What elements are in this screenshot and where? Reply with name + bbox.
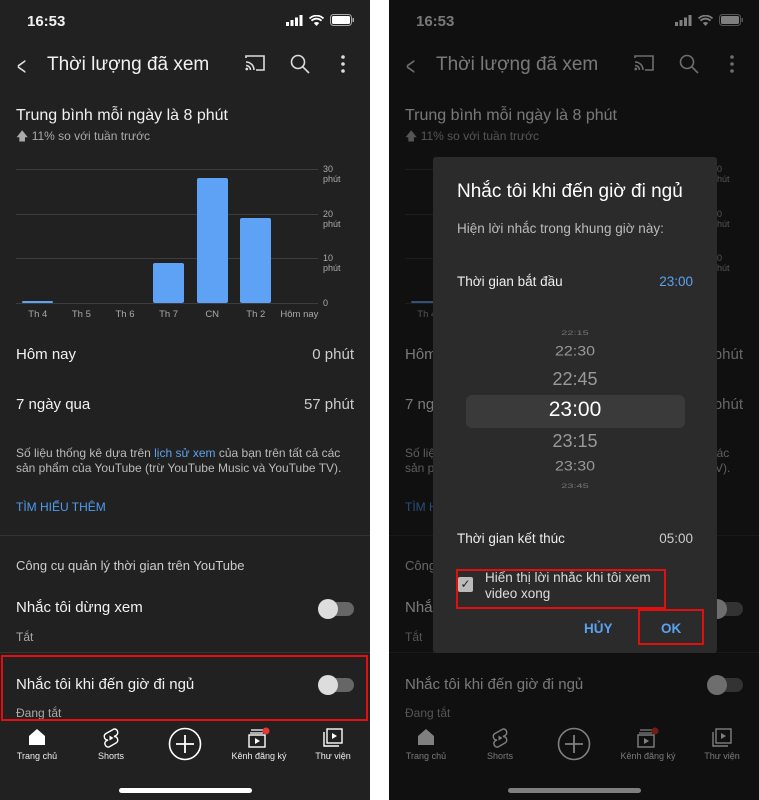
wifi-icon (309, 14, 324, 26)
y-tick-label: 0 (323, 298, 329, 308)
bar[interactable] (22, 300, 54, 303)
x-tick-label: Th 6 (115, 309, 135, 320)
status-icons (286, 14, 354, 26)
cast-icon[interactable] (244, 54, 266, 78)
gridline (16, 303, 318, 304)
weekly-change-text: 11% so với tuần trước (31, 129, 150, 143)
home-icon (0, 727, 74, 751)
gridline (16, 258, 318, 260)
y-tick-label: 30 phút (323, 164, 341, 184)
more-vert-icon[interactable] (340, 54, 346, 80)
cancel-button[interactable]: HỦY (584, 621, 613, 636)
library-icon (296, 727, 370, 751)
picker-option[interactable]: 23:30 (433, 459, 717, 474)
x-tick-label: Hôm nay (280, 309, 319, 320)
week-label: 7 ngày qua (16, 396, 91, 413)
nav-home[interactable]: Trang chủ (0, 727, 74, 761)
gridline (16, 213, 318, 215)
dialog-title: Nhắc tôi khi đến giờ đi ngủ (457, 181, 683, 202)
highlight-box (1, 655, 368, 721)
remind-break-title[interactable]: Nhắc tôi dừng xem (16, 599, 143, 616)
home-indicator (119, 788, 252, 793)
end-time-label: Thời gian kết thúc (457, 531, 565, 546)
x-tick-label: Th 5 (71, 309, 91, 320)
arrow-up-icon: 🡅 (16, 129, 29, 143)
gridline (16, 169, 318, 170)
week-value: 57 phút (303, 396, 354, 413)
start-time-label: Thời gian bắt đầu (457, 274, 563, 289)
nav-subscriptions[interactable]: Kênh đăng ký (222, 727, 296, 761)
bar[interactable] (196, 177, 228, 303)
picker-option[interactable]: 22:30 (433, 344, 717, 359)
bar[interactable] (153, 262, 185, 303)
status-time: 16:53 (27, 13, 66, 30)
highlight-box (456, 569, 666, 609)
picker-option[interactable]: 22:45 (433, 369, 717, 390)
subscriptions-icon (222, 727, 296, 751)
tools-section-title: Công cụ quản lý thời gian trên YouTube (16, 558, 245, 573)
stats-note: Số liệu thống kê dựa trên lịch sử xem củ… (16, 446, 346, 476)
x-tick-label: CN (205, 309, 220, 320)
today-label: Hôm nay (16, 346, 77, 363)
divider (0, 652, 370, 653)
battery-icon (330, 14, 354, 26)
highlight-box (638, 609, 704, 645)
nav-create[interactable] (148, 727, 222, 763)
nav-label: Thư viện (315, 751, 351, 761)
start-time-value[interactable]: 23:00 (659, 274, 693, 289)
nav-label: Trang chủ (16, 751, 58, 761)
weekly-change: 🡅 11% so với tuần trước (16, 127, 150, 148)
nav-label: Shorts (97, 751, 124, 761)
page-title: Thời lượng đã xem (47, 54, 210, 75)
watch-time-screen-with-dialog: 16:53 < Thời lượng đã xem Trung bình mỗi… (389, 0, 759, 800)
remind-break-toggle[interactable] (318, 599, 354, 619)
learn-more-link[interactable]: TÌM HIỂU THÊM (16, 500, 106, 514)
end-time-value[interactable]: 05:00 (659, 531, 693, 546)
x-tick-label: Th 2 (246, 309, 266, 320)
picker-selected[interactable]: 23:00 (433, 398, 717, 422)
daily-average: Trung bình mỗi ngày là 8 phút (16, 107, 228, 124)
dialog-subtitle: Hiện lời nhắc trong khung giờ này: (457, 221, 664, 236)
note-text: Số liệu thống kê dựa trên (16, 446, 155, 460)
nav-library[interactable]: Thư viện (296, 727, 370, 761)
bar[interactable] (240, 218, 272, 303)
divider (0, 535, 370, 536)
today-value: 0 phút (312, 346, 354, 363)
picker-option[interactable]: 22:15 (433, 329, 717, 336)
back-icon[interactable]: < (17, 51, 26, 82)
search-icon[interactable] (290, 54, 310, 80)
x-tick-label: Th 7 (159, 309, 179, 320)
signal-icon (286, 14, 303, 26)
bedtime-reminder-dialog: Nhắc tôi khi đến giờ đi ngủ Hiện lời nhắ… (433, 157, 717, 653)
nav-shorts[interactable]: Shorts (74, 727, 148, 761)
watch-time-screen: 16:53 < Thời lượng đã xem Trung bình mỗi… (0, 0, 370, 800)
picker-option[interactable]: 23:45 (433, 482, 717, 489)
y-tick-label: 20 phút (323, 208, 341, 229)
picker-option[interactable]: 23:15 (433, 431, 717, 452)
nav-label: Kênh đăng ký (231, 751, 287, 761)
remind-break-status: Tắt (16, 630, 34, 644)
x-tick-label: Th 4 (28, 309, 48, 320)
y-tick-label: 10 phút (323, 253, 341, 274)
add-icon (148, 727, 222, 763)
watch-history-link[interactable]: lịch sử xem (154, 446, 215, 460)
shorts-icon (74, 727, 148, 751)
